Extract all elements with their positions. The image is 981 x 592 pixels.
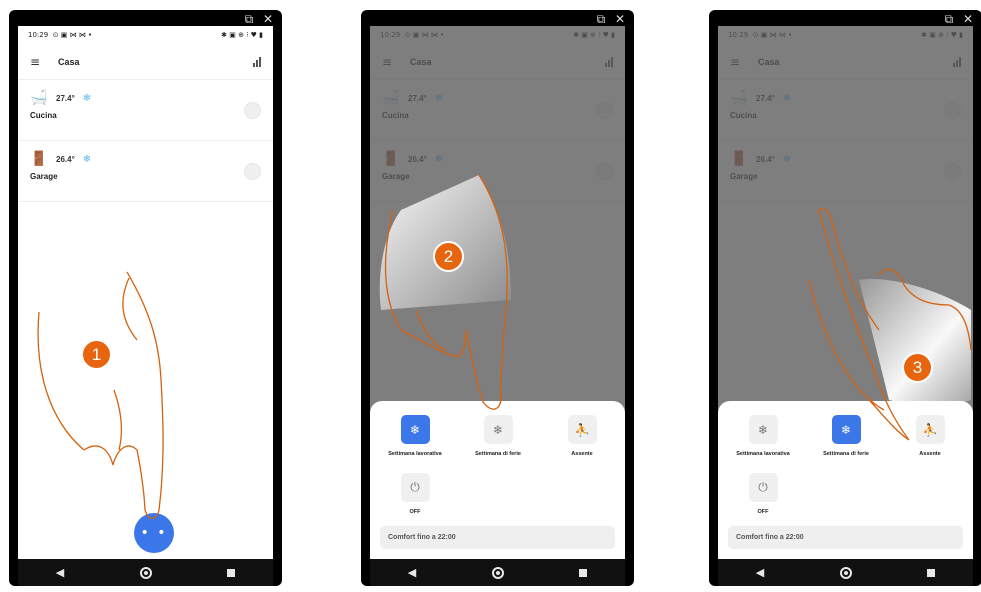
- zone-temperature: 26.4°: [56, 154, 75, 164]
- power-icon[interactable]: ⏻: [748, 473, 778, 502]
- tutorial-illustration: ⧉ ✕ 10:29 ⊙ ▣ ⋈ ⋈ • ✱ ▣ ⊕ ⁝ ♥ ▮ ≡ Casa 🛁…: [0, 0, 981, 592]
- step-badge-3: 3: [902, 352, 933, 383]
- page-title: Casa: [58, 56, 80, 67]
- bathtub-icon: 🛁: [30, 90, 48, 106]
- mode-option-away[interactable]: ⛹ Assente: [890, 415, 970, 457]
- comfort-info-bar[interactable]: Comfort fino a 22:00: [728, 526, 963, 549]
- android-nav-bar: ◀: [18, 559, 273, 586]
- mode-label: Settimana di ferie: [823, 451, 869, 457]
- phone-frame-1: ⧉ ✕ 10:29 ⊙ ▣ ⋈ ⋈ • ✱ ▣ ⊕ ⁝ ♥ ▮ ≡ Casa 🛁…: [9, 10, 282, 586]
- window-controls[interactable]: ⧉ ✕: [597, 12, 628, 27]
- walking-person-icon[interactable]: ⛹: [567, 415, 597, 444]
- snowflake-icon[interactable]: ❄: [748, 415, 778, 444]
- mode-option-work-week[interactable]: ❄ Settimana lavorativa: [375, 415, 455, 457]
- mode-option-off[interactable]: ⏻ OFF: [723, 473, 803, 515]
- comfort-info-bar[interactable]: Comfort fino a 22:00: [380, 526, 615, 549]
- snowflake-icon: ❄: [82, 92, 92, 104]
- mode-option-holiday-week[interactable]: ❄ Settimana di ferie: [806, 415, 886, 457]
- recents-icon[interactable]: [227, 568, 236, 577]
- zone-card-garage[interactable]: 🚪 26.4° ❄ Garage: [18, 141, 273, 202]
- status-left-icons: ⊙ ▣ ⋈ ⋈ •: [52, 31, 93, 39]
- app-screen-2: 10:29 ⊙ ▣ ⋈ ⋈ • ✱ ▣ ⊕ ⁝ ♥ ▮ ≡ Casa 🛁 27.…: [370, 26, 625, 559]
- status-bar: 10:29 ⊙ ▣ ⋈ ⋈ • ✱ ▣ ⊕ ⁝ ♥ ▮: [18, 26, 273, 44]
- status-right-icons: ✱ ▣ ⊕ ⁝ ♥ ▮: [221, 31, 263, 39]
- recents-icon[interactable]: [927, 568, 936, 577]
- step-badge-2: 2: [433, 241, 464, 272]
- home-icon[interactable]: [139, 566, 152, 579]
- mode-fab-button[interactable]: • •: [134, 513, 174, 553]
- mode-label: OFF: [757, 509, 769, 515]
- step-badge-1: 1: [81, 339, 112, 370]
- home-icon[interactable]: [839, 566, 852, 579]
- mode-option-work-week[interactable]: ❄ Settimana lavorativa: [723, 415, 803, 457]
- mode-option-away[interactable]: ⛹ Assente: [542, 415, 622, 457]
- bar-chart-icon[interactable]: [253, 56, 261, 67]
- zone-card-cucina[interactable]: 🛁 27.4° ❄ Cucina: [18, 80, 273, 141]
- mode-label: Assente: [919, 451, 941, 457]
- home-icon[interactable]: [491, 566, 504, 579]
- zone-status-button[interactable]: [244, 163, 261, 180]
- snowflake-icon[interactable]: ❄: [483, 415, 513, 444]
- menu-icon[interactable]: ≡: [30, 55, 52, 69]
- phone-frame-3: ⧉ ✕ 10:29 ⊙ ▣ ⋈ ⋈ • ✱ ▣ ⊕ ⁝ ♥ ▮ ≡ Casa 🛁…: [709, 10, 981, 586]
- status-time: 10:29: [28, 31, 49, 39]
- back-icon[interactable]: ◀: [56, 566, 64, 579]
- back-icon[interactable]: ◀: [756, 566, 764, 579]
- mode-label: Settimana lavorativa: [388, 451, 442, 457]
- app-screen-1: 10:29 ⊙ ▣ ⋈ ⋈ • ✱ ▣ ⊕ ⁝ ♥ ▮ ≡ Casa 🛁 27.…: [18, 26, 273, 559]
- zone-status-button[interactable]: [244, 102, 261, 119]
- app-bar: ≡ Casa: [18, 44, 273, 80]
- mode-label: Settimana lavorativa: [736, 451, 790, 457]
- power-icon[interactable]: ⏻: [400, 473, 430, 502]
- window-controls[interactable]: ⧉ ✕: [245, 12, 276, 27]
- zone-name: Cucina: [30, 111, 57, 120]
- snowflake-icon: ❄: [82, 153, 92, 165]
- door-icon: 🚪: [30, 151, 48, 167]
- back-icon[interactable]: ◀: [408, 566, 416, 579]
- snowflake-icon[interactable]: ❄: [831, 415, 861, 444]
- mode-bottom-sheet: ❄ Settimana lavorativa ❄ Settimana di fe…: [370, 401, 625, 559]
- android-nav-bar: ◀: [718, 559, 973, 586]
- snowflake-icon[interactable]: ❄: [400, 415, 430, 444]
- window-controls[interactable]: ⧉ ✕: [945, 12, 976, 27]
- mode-option-holiday-week[interactable]: ❄ Settimana di ferie: [458, 415, 538, 457]
- mode-bottom-sheet: ❄ Settimana lavorativa ❄ Settimana di fe…: [718, 401, 973, 559]
- android-nav-bar: ◀: [370, 559, 625, 586]
- walking-person-icon[interactable]: ⛹: [915, 415, 945, 444]
- phone-frame-2: ⧉ ✕ 10:29 ⊙ ▣ ⋈ ⋈ • ✱ ▣ ⊕ ⁝ ♥ ▮ ≡ Casa 🛁…: [361, 10, 634, 586]
- recents-icon[interactable]: [579, 568, 588, 577]
- mode-label: Assente: [571, 451, 593, 457]
- zone-name: Garage: [30, 172, 58, 181]
- mode-option-off[interactable]: ⏻ OFF: [375, 473, 455, 515]
- mode-label: OFF: [409, 509, 421, 515]
- zone-temperature: 27.4°: [56, 93, 75, 103]
- mode-label: Settimana di ferie: [475, 451, 521, 457]
- app-screen-3: 10:29 ⊙ ▣ ⋈ ⋈ • ✱ ▣ ⊕ ⁝ ♥ ▮ ≡ Casa 🛁 27.…: [718, 26, 973, 559]
